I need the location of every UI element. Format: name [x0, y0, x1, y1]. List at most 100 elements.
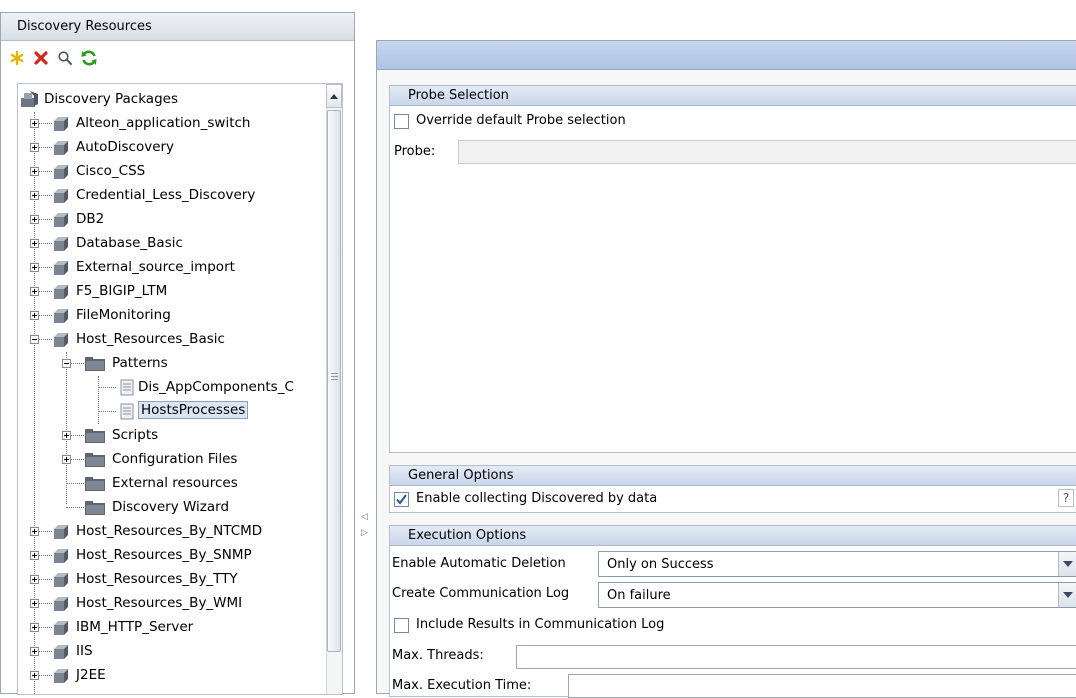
folder-node[interactable]: Discovery Wizard: [18, 496, 318, 520]
collect-discovered-by-checkbox[interactable]: [394, 492, 409, 507]
folder-node[interactable]: External resources: [18, 472, 318, 496]
collapse-left-arrow-icon[interactable]: ◁: [361, 512, 368, 522]
package-node[interactable]: F5_BIGIP_LTM: [18, 280, 318, 304]
expand-icon[interactable]: [30, 239, 39, 248]
chevron-down-icon[interactable]: [1058, 583, 1076, 607]
package-node[interactable]: J2EE: [18, 664, 318, 688]
package-node[interactable]: IIS: [18, 640, 318, 664]
package-label: IIS: [76, 643, 93, 659]
package-node[interactable]: Host_Resources_By_WMI: [18, 592, 318, 616]
search-button[interactable]: [55, 48, 75, 68]
package-icon: [54, 525, 68, 539]
scroll-thumb[interactable]: [327, 110, 341, 652]
auto-delete-select[interactable]: Only on Success: [598, 551, 1076, 577]
folder-label: Configuration Files: [112, 451, 238, 467]
red-x-icon: [34, 51, 48, 65]
override-probe-label: Override default Probe selection: [416, 113, 626, 128]
include-results-checkbox[interactable]: [394, 618, 409, 633]
package-icon: [54, 669, 68, 683]
asterisk-icon: [10, 50, 24, 66]
probe-field[interactable]: [458, 140, 1076, 164]
general-options-title: General Options: [390, 466, 1076, 486]
probe-selection-section: Probe Selection Override default Probe s…: [389, 85, 1076, 453]
expand-icon[interactable]: [30, 671, 39, 680]
comm-log-label: Create Communication Log: [392, 586, 570, 601]
folder-icon: [85, 477, 105, 491]
expand-icon[interactable]: [30, 575, 39, 584]
package-node[interactable]: DB2: [18, 208, 318, 232]
package-node[interactable]: Cisco_CSS: [18, 160, 318, 184]
package-label: Host_Resources_Basic: [76, 331, 225, 347]
package-icon: [54, 645, 68, 659]
refresh-button[interactable]: [79, 48, 99, 68]
package-node[interactable]: IBM_HTTP_Server: [18, 616, 318, 640]
general-options-section: General Options Enable collecting Discov…: [389, 465, 1076, 513]
scroll-up-button[interactable]: [326, 84, 342, 108]
expand-right-arrow-icon[interactable]: ▷: [361, 528, 368, 538]
expand-icon[interactable]: [30, 191, 39, 200]
package-node[interactable]: Host_Resources_By_SNMP: [18, 544, 318, 568]
package-icon: [54, 549, 68, 563]
auto-delete-value: Only on Success: [607, 557, 714, 572]
help-icon[interactable]: ?: [1058, 489, 1074, 507]
expand-icon[interactable]: [30, 119, 39, 128]
collect-discovered-by-label: Enable collecting Discovered by data: [416, 491, 658, 506]
expand-icon[interactable]: [30, 215, 39, 224]
package-node[interactable]: FileMonitoring: [18, 304, 318, 328]
expand-icon[interactable]: [30, 599, 39, 608]
package-label: Credential_Less_Discovery: [76, 187, 256, 203]
resources-toolbar: [1, 42, 354, 78]
package-node[interactable]: Host_Resources_By_NTCMD: [18, 520, 318, 544]
override-probe-checkbox[interactable]: [394, 114, 409, 129]
file-node[interactable]: HostsProcesses: [18, 400, 318, 424]
package-node[interactable]: AutoDiscovery: [18, 136, 318, 160]
properties-header: [377, 41, 1076, 70]
comm-log-value: On failure: [607, 588, 671, 603]
expand-icon[interactable]: [30, 647, 39, 656]
expand-icon[interactable]: [30, 551, 39, 560]
collapse-icon[interactable]: [62, 359, 71, 368]
package-node[interactable]: External_source_import: [18, 256, 318, 280]
folder-label: External resources: [112, 475, 238, 491]
max-exec-time-field[interactable]: [568, 674, 1076, 698]
collapse-icon[interactable]: [30, 335, 39, 344]
package-node[interactable]: Database_Basic: [18, 232, 318, 256]
chevron-down-icon[interactable]: [1058, 552, 1076, 576]
delete-resource-button[interactable]: [31, 48, 51, 68]
script-file-icon: [120, 403, 134, 420]
expand-icon[interactable]: [30, 143, 39, 152]
include-results-label: Include Results in Communication Log: [416, 617, 665, 632]
max-threads-field[interactable]: [516, 645, 1076, 669]
package-node[interactable]: Credential_Less_Discovery: [18, 184, 318, 208]
package-node[interactable]: Alteon_application_switch: [18, 112, 318, 136]
package-label: Database_Basic: [76, 235, 183, 251]
package-icon: [54, 261, 68, 275]
expand-icon[interactable]: [62, 455, 71, 464]
expand-icon[interactable]: [30, 311, 39, 320]
expand-icon[interactable]: [62, 431, 71, 440]
package-icon: [54, 573, 68, 587]
package-icon: [54, 165, 68, 179]
folder-node[interactable]: Configuration Files: [18, 448, 318, 472]
package-label: Host_Resources_By_WMI: [76, 595, 243, 611]
package-node[interactable]: Host_Resources_Basic: [18, 328, 318, 352]
expand-icon[interactable]: [30, 527, 39, 536]
package-node[interactable]: Host_Resources_By_TTY: [18, 568, 318, 592]
package-label: J2EE: [76, 667, 106, 683]
tree-root[interactable]: Discovery Packages: [18, 88, 318, 112]
expand-icon[interactable]: [30, 167, 39, 176]
expand-icon[interactable]: [30, 623, 39, 632]
package-label: AutoDiscovery: [76, 139, 175, 155]
auto-delete-label: Enable Automatic Deletion: [392, 556, 566, 571]
expand-icon[interactable]: [30, 263, 39, 272]
magnifier-icon: [58, 51, 72, 65]
folder-node[interactable]: Patterns: [18, 352, 318, 376]
comm-log-select[interactable]: On failure: [598, 582, 1076, 608]
file-node[interactable]: Dis_AppComponents_C: [18, 376, 318, 400]
new-resource-button[interactable]: [7, 48, 27, 68]
folder-node[interactable]: Scripts: [18, 424, 318, 448]
package-icon: [54, 141, 68, 155]
resource-tree: Discovery Packages Alteon_application_sw…: [17, 83, 343, 695]
package-label: Alteon_application_switch: [76, 115, 251, 131]
expand-icon[interactable]: [30, 287, 39, 296]
